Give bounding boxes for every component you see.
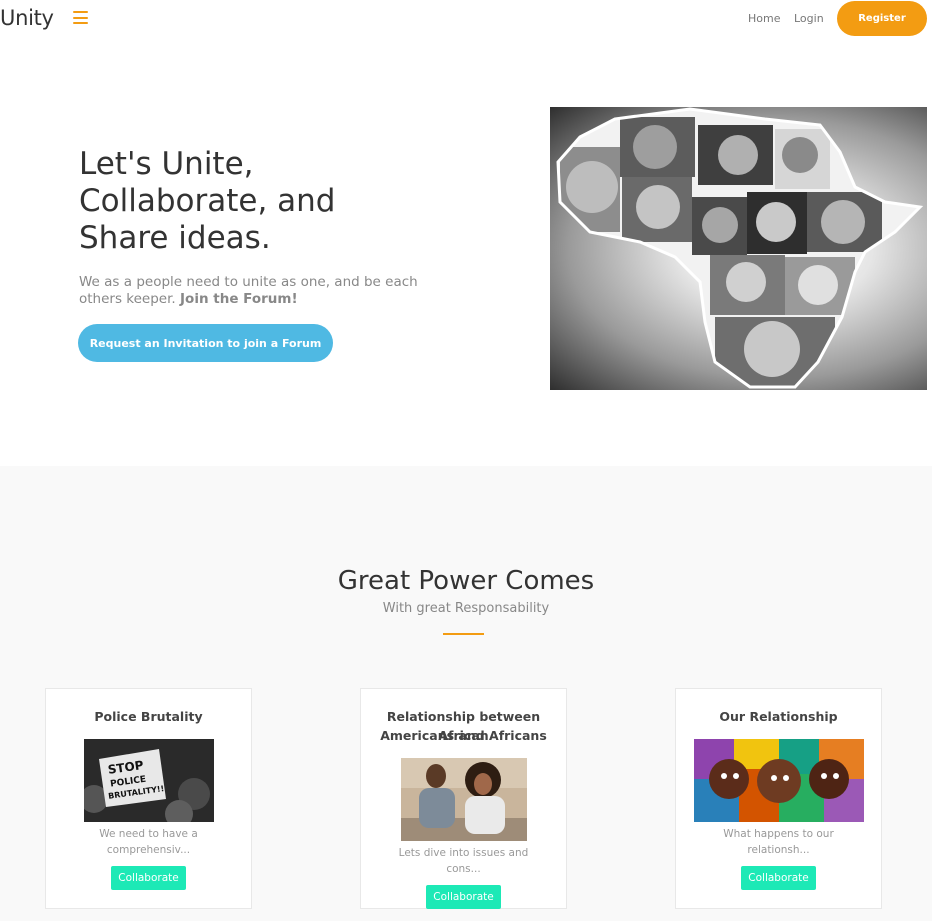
nav-home-link[interactable]: Home [748, 12, 780, 25]
card-description-line2: relationsh... [747, 844, 810, 856]
card-title-line2[interactable]: Americans and Africans [361, 726, 566, 745]
card-title[interactable]: Our Relationship [676, 707, 881, 726]
collaborate-button[interactable]: Collaborate [111, 866, 186, 890]
hero-subtitle-bold: Join the Forum! [180, 291, 298, 307]
navbar: Unity Home Login Register [0, 0, 932, 40]
hero-subtitle: We as a people need to unite as one, and… [79, 274, 459, 308]
card-image-protest: STOP POLICE BRUTALITY!! [84, 739, 214, 822]
africa-collage-image [550, 107, 927, 390]
section-title: Great Power Comes [337, 566, 595, 596]
collaborate-button[interactable]: Collaborate [426, 885, 501, 909]
card-image-artwork [694, 739, 864, 822]
register-button[interactable]: Register [837, 1, 927, 36]
collaborate-button[interactable]: Collaborate [741, 866, 816, 890]
card-title[interactable]: Police Brutality [46, 707, 251, 726]
hamburger-menu-icon[interactable] [73, 11, 88, 24]
card-police-brutality: Police Brutality STOP POLICE BRUTALITY!!… [45, 688, 252, 909]
section-subtitle: With great Responsability [382, 601, 550, 616]
nav-login-link[interactable]: Login [794, 12, 824, 25]
section-divider [443, 633, 484, 635]
card-description-line2: cons... [446, 863, 481, 875]
card-relationship-african-americans: Relationship between African Americans a… [360, 688, 567, 909]
protest-sign-illustration: STOP POLICE BRUTALITY!! [84, 739, 214, 822]
brand-logo[interactable]: Unity [0, 6, 54, 30]
colorful-artwork-illustration [694, 739, 864, 822]
card-image-couple [401, 758, 527, 841]
couple-illustration [401, 758, 527, 841]
card-description-line2: comprehensiv... [106, 844, 191, 856]
hero-title: Let's Unite, Collaborate, and Share idea… [79, 146, 336, 256]
card-our-relationship: Our Relationship What happens to our rel… [675, 688, 882, 909]
request-invitation-button[interactable]: Request an Invitation to join a Forum [78, 324, 333, 362]
africa-map-illustration [556, 107, 924, 389]
